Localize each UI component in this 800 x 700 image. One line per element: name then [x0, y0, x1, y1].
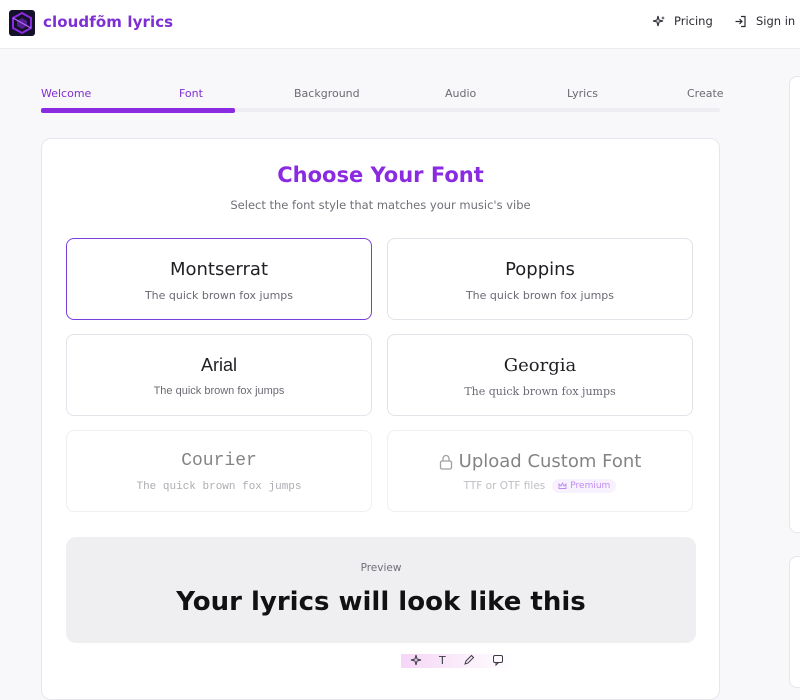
preview-text: Your lyrics will look like this — [176, 587, 586, 617]
font-name: Poppins — [505, 259, 575, 280]
font-option-courier[interactable]: Courier The quick brown fox jumps — [66, 430, 372, 512]
page-title: Choose Your Font — [277, 163, 484, 187]
text-icon[interactable]: T — [439, 654, 446, 668]
sparkle-icon — [652, 15, 665, 26]
side-panel-lower — [789, 556, 800, 688]
side-panel — [789, 76, 800, 533]
upload-title: Upload Custom Font — [388, 451, 692, 472]
font-option-poppins[interactable]: Poppins The quick brown fox jumps — [387, 238, 693, 320]
font-option-georgia[interactable]: Georgia The quick brown fox jumps — [387, 334, 693, 416]
font-option-arial[interactable]: Arial The quick brown fox jumps — [66, 334, 372, 416]
font-name: Arial — [200, 355, 237, 375]
step-background[interactable]: Background — [294, 87, 360, 100]
premium-badge: Premium — [552, 479, 617, 493]
upload-subtitle: TTF or OTF files Premium — [388, 479, 692, 493]
sign-in-label: Sign in — [756, 14, 796, 28]
font-sample: The quick brown fox jumps — [144, 289, 294, 302]
step-audio[interactable]: Audio — [445, 87, 476, 100]
preview-panel: Preview Your lyrics will look like this — [66, 537, 696, 643]
font-name: Georgia — [503, 355, 577, 376]
font-sample: The quick brown fox jumps — [464, 385, 616, 398]
font-selection-card: Choose Your Font Select the font style t… — [41, 138, 720, 700]
floating-toolbar: T — [401, 654, 513, 668]
font-option-montserrat[interactable]: Montserrat The quick brown fox jumps — [66, 238, 372, 320]
upload-custom-font-option[interactable]: Upload Custom Font TTF or OTF files Prem… — [387, 430, 693, 512]
preview-label: Preview — [360, 562, 402, 574]
step-lyrics[interactable]: Lyrics — [567, 87, 598, 100]
pricing-label: Pricing — [674, 14, 713, 28]
upload-formats: TTF or OTF files — [463, 480, 546, 492]
font-name: Courier — [181, 451, 257, 471]
lock-icon — [439, 454, 452, 470]
pen-icon[interactable] — [463, 654, 475, 670]
top-header: cloudfõm lyrics Pricing Sign in — [0, 0, 800, 49]
step-welcome[interactable]: Welcome — [41, 87, 91, 100]
progress-fill — [41, 108, 235, 113]
font-name: Montserrat — [169, 259, 269, 280]
step-font[interactable]: Font — [179, 87, 203, 100]
sign-in-link[interactable]: Sign in — [734, 14, 795, 28]
upload-label: Upload Custom Font — [458, 451, 642, 472]
app-logo-icon[interactable] — [9, 10, 35, 36]
step-create[interactable]: Create — [687, 87, 724, 100]
pricing-link[interactable]: Pricing — [652, 14, 713, 28]
crown-icon — [558, 482, 567, 489]
font-sample: The quick brown fox jumps — [153, 385, 285, 397]
sparkle-icon[interactable] — [410, 654, 422, 670]
premium-label: Premium — [570, 481, 611, 491]
sign-in-icon — [735, 15, 746, 27]
page-subtitle: Select the font style that matches your … — [230, 198, 531, 212]
font-sample: The quick brown fox jumps — [136, 481, 302, 493]
font-sample: The quick brown fox jumps — [465, 289, 615, 302]
comment-icon[interactable] — [492, 654, 504, 670]
brand-name[interactable]: cloudfõm lyrics — [43, 13, 173, 31]
step-progress: Welcome Font Background Audio Lyrics Cre… — [41, 84, 724, 114]
